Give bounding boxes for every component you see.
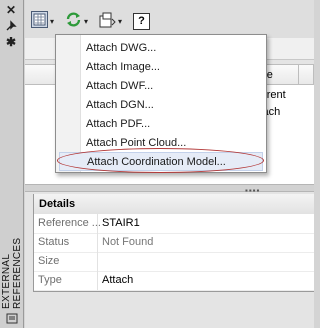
details-value: Attach [102,274,134,286]
details-label: Status [38,236,70,248]
close-icon[interactable]: ✕ [5,4,17,16]
attach-dwg-icon [31,11,48,31]
chevron-down-icon[interactable]: ▾ [50,17,54,26]
chevron-down-icon[interactable]: ▾ [84,17,88,26]
details-label: Size [38,255,60,267]
highlight-ellipse [57,148,264,173]
attach-dwg-button[interactable]: ▾ [31,10,54,32]
change-path-button[interactable]: ▾ [99,10,122,32]
details-row[interactable]: Status Not Found [34,233,314,253]
column-header-status[interactable] [299,65,314,85]
xref-panel: ▾ ▾ ▾ ? Current ▪▪▪▪ Details Reference .… [25,0,314,328]
change-path-icon [99,11,116,31]
details-row[interactable]: Size [34,252,314,272]
palette-menu-icon[interactable] [6,312,18,324]
menu-item-attach-image[interactable]: Attach Image... [59,58,263,77]
menu-item-attach-dgn[interactable]: Attach DGN... [59,96,263,115]
chevron-down-icon[interactable]: ▾ [118,17,122,26]
menu-item-attach-dwg[interactable]: Attach DWG... [59,39,263,58]
refresh-icon [65,11,82,31]
toolbar: ▾ ▾ ▾ ? [25,0,314,38]
details-label: Type [38,274,62,286]
pin-icon[interactable] [5,20,17,32]
help-button[interactable]: ? [133,10,150,32]
settings-icon[interactable]: ✱ [5,36,17,48]
menu-item-attach-dwf[interactable]: Attach DWF... [59,77,263,96]
refresh-button[interactable]: ▾ [65,10,88,32]
menu-item-attach-pdf[interactable]: Attach PDF... [59,115,263,134]
pane-splitter[interactable]: ▪▪▪▪ [25,184,314,195]
palette-title: EXTERNAL REFERENCES [1,237,23,309]
details-value: Not Found [102,236,154,248]
details-label: Reference ... [38,217,101,229]
details-grid: Reference ... STAIR1 Status Not Found Si… [33,214,314,292]
help-icon: ? [133,12,150,30]
details-value: STAIR1 [102,217,140,229]
details-row[interactable]: Reference ... STAIR1 [34,214,314,234]
details-row[interactable]: Type Attach [34,271,314,291]
details-header: Details [33,194,314,214]
palette-sidebar: ✕ ✱ EXTERNAL REFERENCES [0,0,24,328]
